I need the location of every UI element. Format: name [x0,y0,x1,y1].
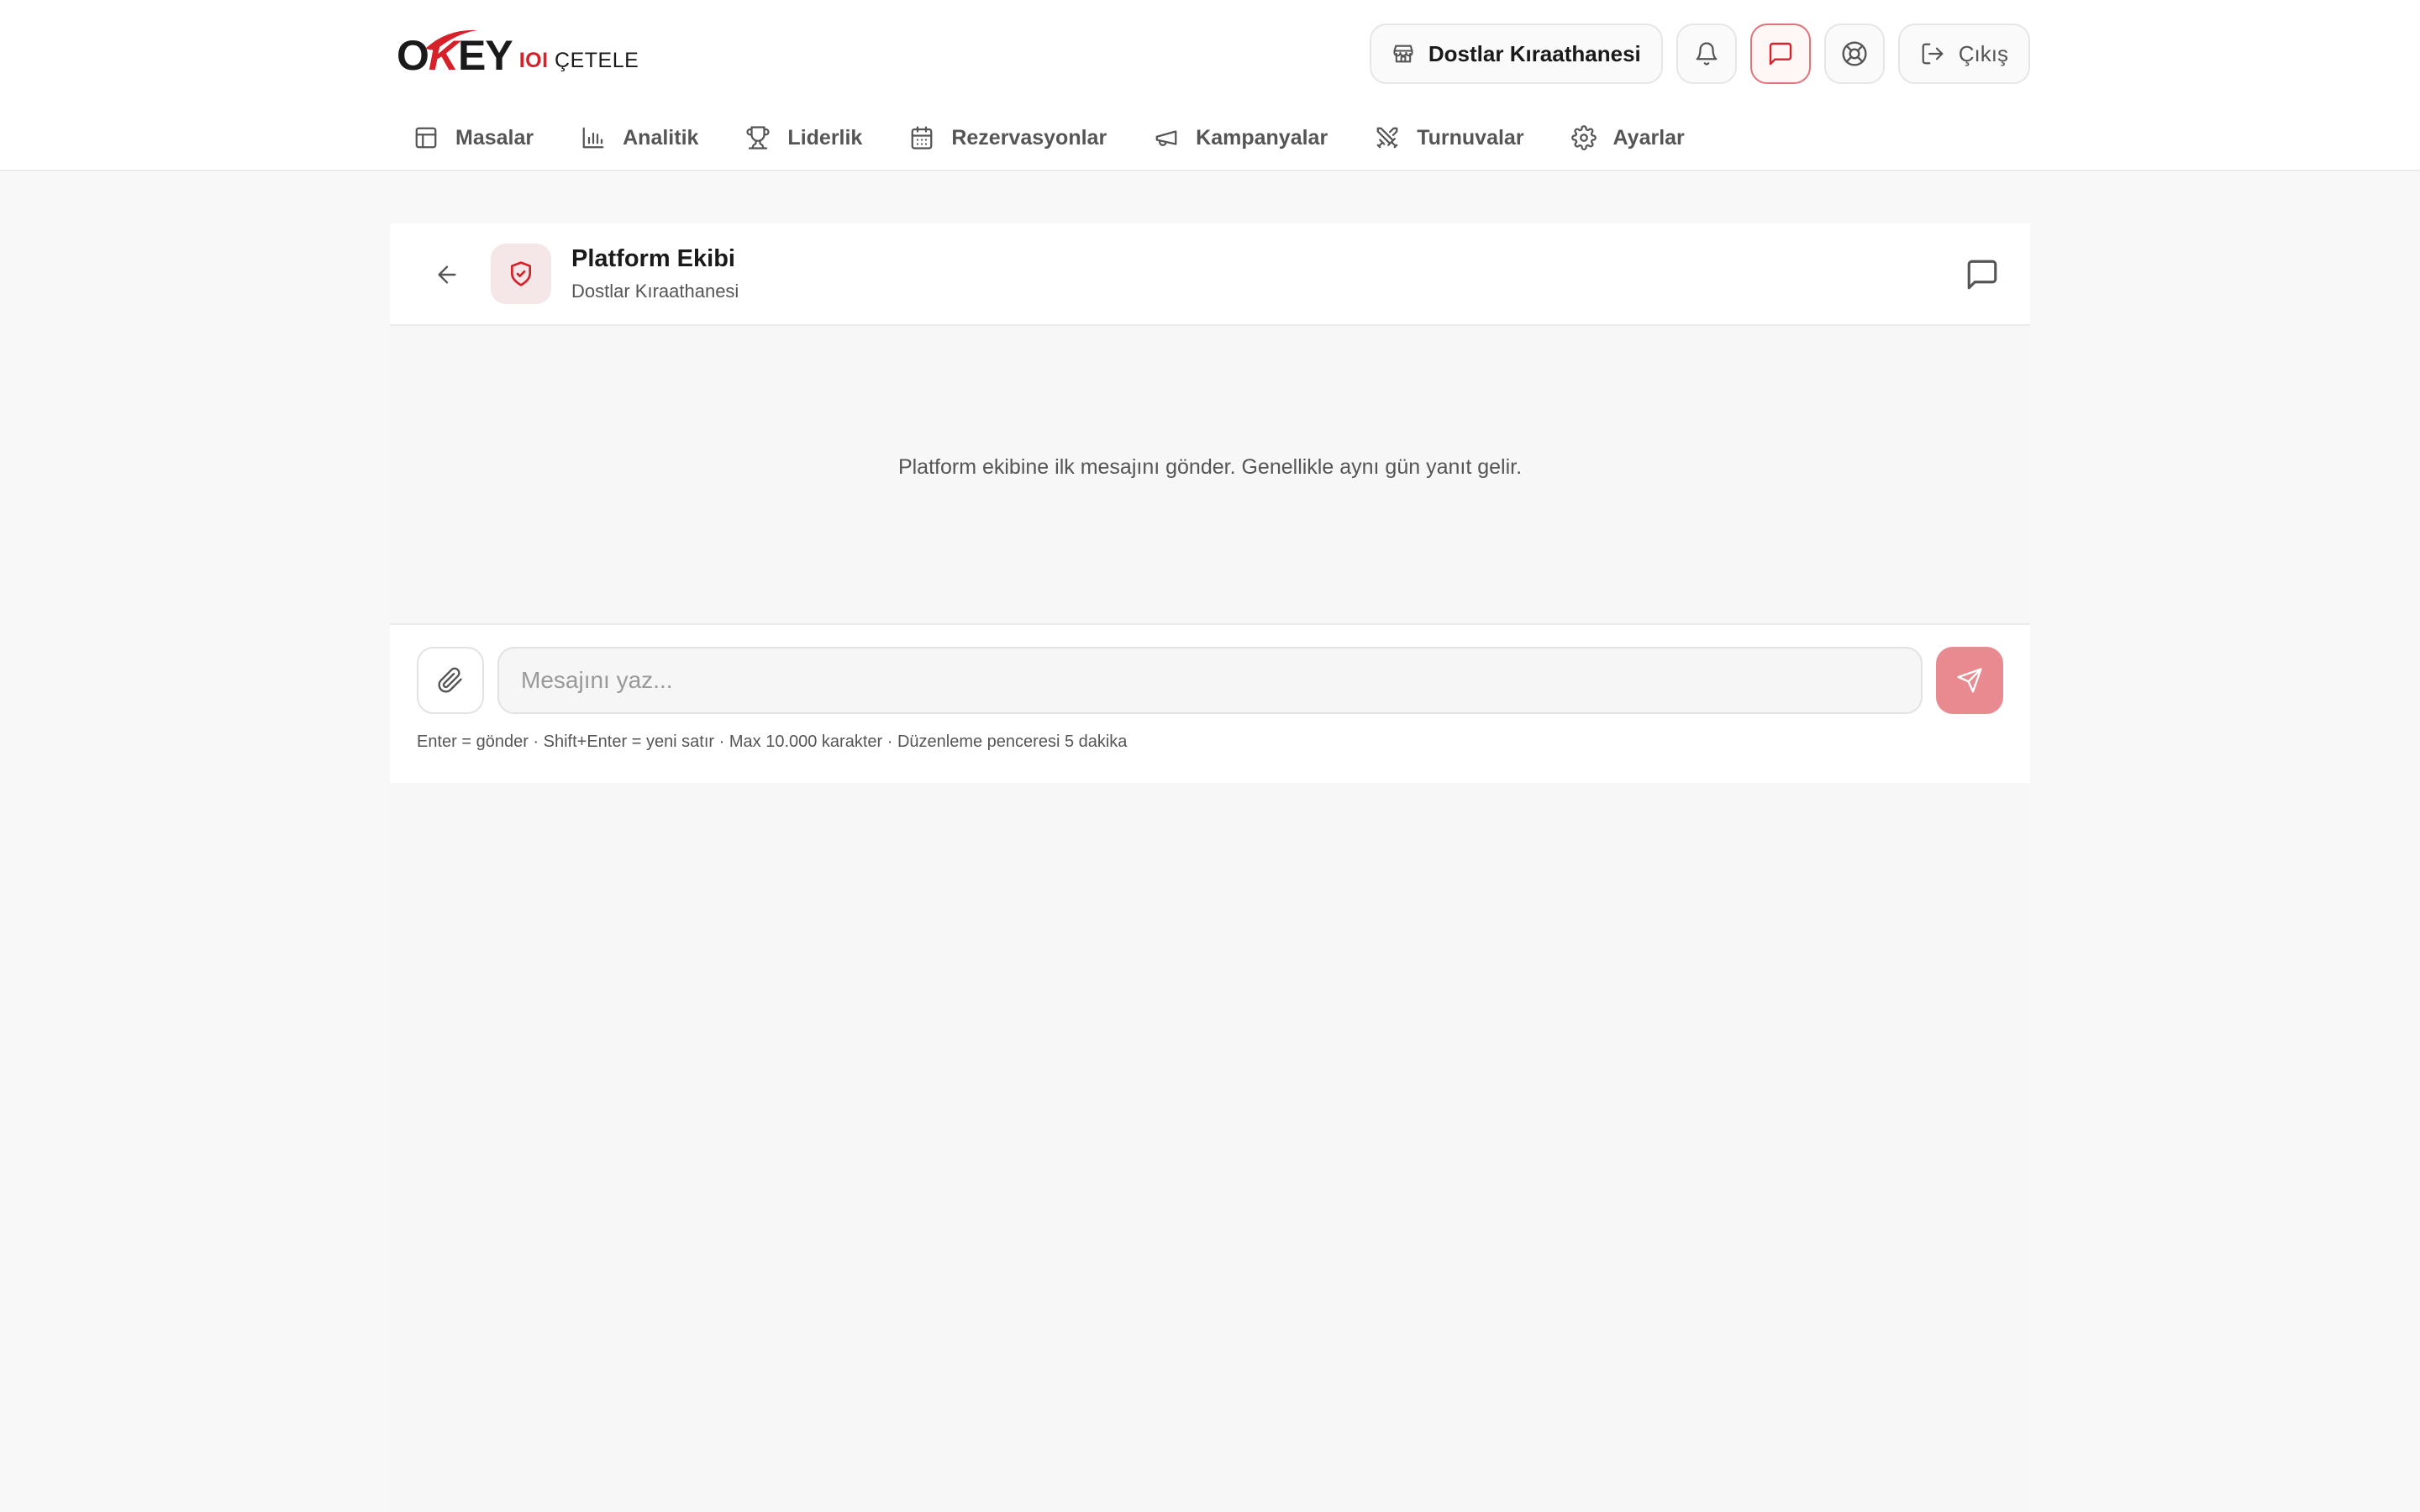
gear-icon [1570,125,1597,150]
main-nav: Masalar Analitik Liderlik Rezervasyonlar… [397,108,1708,168]
venue-selector-button[interactable]: Dostlar Kıraathanesi [1369,24,1663,84]
message-input[interactable] [497,647,1923,714]
nav-label: Masalar [455,125,534,150]
okey-cetele-logo[interactable]: OKEY IOI ÇETELE [397,29,639,81]
table-icon [415,127,437,149]
message-square-icon [1769,42,1791,66]
logo-cetele: ÇETELE [555,49,639,72]
composer-hint: Enter = gönder · Shift+Enter = yeni satı… [417,732,1128,751]
send-icon [1957,668,1982,693]
nav-item-analitik[interactable]: Analitik [557,108,722,168]
lifebuoy-icon [1842,41,1867,66]
bell-icon [1696,42,1718,66]
messages-button[interactable] [1749,24,1811,84]
nav-label: Rezervasyonlar [951,125,1107,150]
message-square-icon [1967,260,1997,290]
arrow-left-icon [438,265,456,284]
chat-subtitle: Dostlar Kıraathanesi [571,281,739,302]
log-out-icon [1922,43,1944,65]
chat-title: Platform Ekibi [571,245,735,272]
trophy-icon [746,126,770,150]
nav-item-turnuvalar[interactable]: Turnuvalar [1351,108,1547,168]
nav-item-ayarlar[interactable]: Ayarlar [1548,108,1708,168]
logo-wordmark: OKEY [397,29,513,81]
nav-label: Analitik [623,125,699,150]
venue-name: Dostlar Kıraathanesi [1428,40,1641,66]
notifications-button[interactable] [1676,24,1737,84]
bar-chart-icon [582,127,604,149]
top-header: OKEY IOI ÇETELE Dostlar Kıraathanesi Çık… [0,0,2420,171]
chat-panel: Platform Ekibi Dostlar Kıraathanesi Plat… [390,223,2030,1512]
back-button[interactable] [427,255,467,295]
chat-header: Platform Ekibi Dostlar Kıraathanesi [390,223,2030,326]
nav-label: Kampanyalar [1196,125,1328,150]
avatar [491,244,551,304]
nav-item-kampanyalar[interactable]: Kampanyalar [1130,108,1351,168]
nav-item-rezervasyonlar[interactable]: Rezervasyonlar [886,108,1130,168]
message-composer: Enter = gönder · Shift+Enter = yeni satı… [390,623,2030,783]
logout-label: Çıkış [1958,40,2008,66]
nav-item-masalar[interactable]: Masalar [397,108,557,168]
send-button[interactable] [1936,647,2003,714]
calendar-icon [911,126,933,150]
swords-icon [1376,127,1398,149]
empty-state-message: Platform ekibine ilk mesajını gönder. Ge… [897,455,1523,479]
logout-button[interactable]: Çıkış [1897,24,2030,84]
nav-label: Ayarlar [1612,125,1685,150]
nav-label: Turnuvalar [1417,125,1524,150]
logo-subtitle: IOI ÇETELE [519,40,639,81]
nav-label: Liderlik [787,125,863,150]
attach-button[interactable] [417,647,484,714]
paperclip-icon [438,667,462,693]
store-icon [1393,45,1413,63]
nav-item-liderlik[interactable]: Liderlik [722,108,886,168]
logo-number: IOI [518,49,549,72]
support-button[interactable] [1823,24,1885,84]
logo-swoosh-icon [425,29,477,50]
top-actions: Dostlar Kıraathanesi Çıkış [1369,24,2030,84]
shield-check-icon [511,261,531,286]
megaphone-icon [1155,130,1177,146]
